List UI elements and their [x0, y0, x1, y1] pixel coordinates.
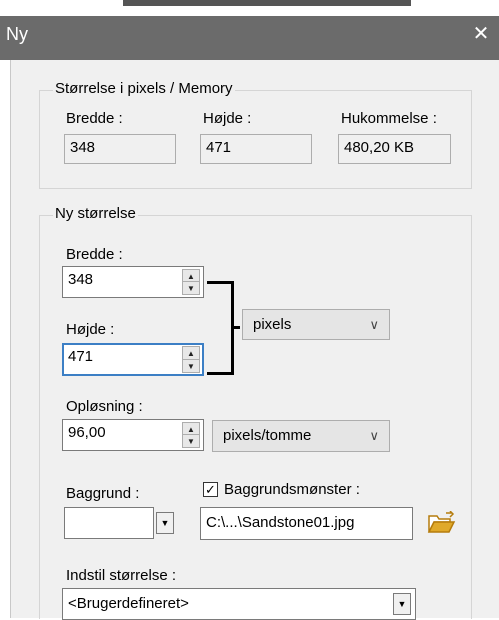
title-bar[interactable] [0, 16, 499, 60]
new-size-group-legend: Ny størrelse [53, 205, 138, 222]
dropdown-arrow-icon: ▼ [160, 518, 170, 528]
aspect-link-bracket-stem [231, 326, 240, 329]
dropdown-arrow-icon: ▼ [397, 599, 407, 609]
preset-label: Indstil størrelse : [66, 567, 177, 584]
chevron-down-icon: ∨ [369, 428, 379, 443]
background-color-dropdown[interactable]: ▼ [156, 512, 174, 534]
new-width-label: Bredde : [66, 246, 123, 263]
new-width-spinner[interactable]: ▲ ▼ [182, 269, 200, 295]
memory-width-label: Bredde : [66, 110, 123, 127]
preset-dropdown-button[interactable]: ▼ [393, 593, 411, 615]
preset-select[interactable]: <Brugerdefineret> [62, 588, 416, 620]
background-color-swatch[interactable] [64, 507, 154, 539]
spin-up-icon[interactable]: ▲ [183, 423, 199, 435]
resolution-unit-select[interactable]: pixels/tomme ∨ [212, 420, 390, 452]
spin-down-icon[interactable]: ▼ [183, 435, 199, 447]
memory-height-value: 471 [200, 134, 312, 164]
unit-select-value: pixels [253, 316, 292, 333]
pattern-checkbox[interactable]: ✓ [203, 482, 218, 497]
new-height-spinner[interactable]: ▲ ▼ [182, 346, 200, 373]
chevron-down-icon: ∨ [369, 317, 379, 332]
spin-up-icon[interactable]: ▲ [183, 347, 199, 360]
pattern-label[interactable]: Baggrundsmønster : [224, 481, 360, 498]
check-icon: ✓ [205, 482, 216, 497]
unit-select[interactable]: pixels ∨ [242, 309, 390, 340]
spin-down-icon[interactable]: ▼ [183, 360, 199, 373]
memory-size-label: Hukommelse : [341, 110, 437, 127]
background-label: Baggrund : [66, 485, 140, 502]
memory-height-label: Højde : [203, 110, 252, 127]
memory-width-value: 348 [64, 134, 176, 164]
memory-size-value: 480,20 KB [338, 134, 451, 164]
spin-down-icon[interactable]: ▼ [183, 282, 199, 294]
folder-open-icon[interactable] [426, 510, 456, 535]
pattern-file-field[interactable]: C:\...\Sandstone01.jpg [200, 507, 413, 540]
resolution-spinner[interactable]: ▲ ▼ [182, 422, 200, 448]
new-height-label: Højde : [66, 321, 115, 338]
background-window-strip [123, 0, 411, 6]
spin-up-icon[interactable]: ▲ [183, 270, 199, 282]
resolution-unit-value: pixels/tomme [223, 427, 312, 444]
memory-group-legend: Størrelse i pixels / Memory [53, 80, 235, 97]
close-icon[interactable]: ✕ [468, 21, 494, 47]
window-title: Ny [6, 24, 28, 44]
resolution-label: Opløsning : [66, 398, 143, 415]
aspect-link-bracket [207, 281, 234, 375]
